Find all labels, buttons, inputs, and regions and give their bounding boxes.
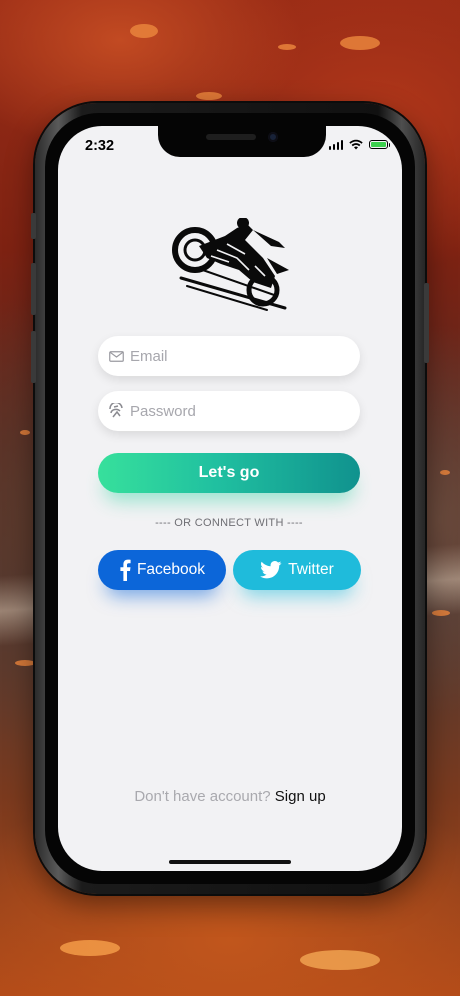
twitter-button[interactable]: Twitter — [233, 550, 361, 590]
signup-prompt: Don't have account? Sign up — [58, 788, 402, 805]
facebook-button[interactable]: Facebook — [98, 550, 226, 590]
facebook-label: Facebook — [136, 561, 206, 578]
front-camera — [268, 132, 278, 142]
app-screen: 2:32 Email Password Let's go ---- OR CON… — [58, 126, 402, 871]
email-field[interactable]: Email — [98, 336, 360, 376]
cellular-signal-icon — [328, 139, 343, 150]
motorcycle-rider-logo — [172, 218, 289, 311]
twitter-label: Twitter — [288, 561, 334, 578]
fingerprint-icon — [108, 403, 124, 419]
speaker-grille — [206, 134, 256, 140]
signup-link[interactable]: Sign up — [275, 788, 326, 805]
facebook-f-icon — [120, 559, 131, 581]
wifi-icon — [349, 139, 363, 150]
home-indicator[interactable] — [169, 860, 291, 864]
status-time: 2:32 — [85, 138, 115, 154]
password-placeholder: Password — [130, 402, 196, 420]
battery-icon — [369, 140, 390, 149]
twitter-bird-icon — [260, 561, 282, 579]
email-placeholder: Email — [130, 347, 168, 365]
password-field[interactable]: Password — [98, 391, 360, 431]
lets-go-button[interactable]: Let's go — [98, 453, 360, 493]
envelope-icon — [108, 348, 124, 364]
phone-frame: 2:32 Email Password Let's go ---- OR CON… — [31, 103, 429, 894]
notch — [158, 126, 326, 157]
or-connect-divider: ---- OR CONNECT WITH ---- — [155, 517, 303, 529]
signup-question: Don't have account? — [134, 788, 271, 805]
status-icons — [328, 139, 390, 150]
